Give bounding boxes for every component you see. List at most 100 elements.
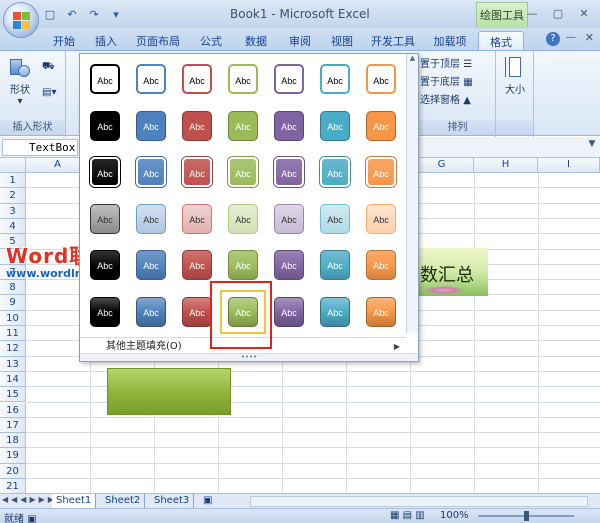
size-button[interactable]: 大小: [500, 55, 530, 96]
row-header[interactable]: 9: [0, 295, 26, 311]
style-swatch-moderate-blue[interactable]: Abc: [136, 250, 166, 280]
style-swatch-intense-purple[interactable]: Abc: [274, 296, 304, 327]
tab-page-layout[interactable]: 页面布局: [135, 31, 181, 50]
style-swatch-solid-purple[interactable]: Abc: [274, 110, 304, 141]
style-swatch-pastel-green[interactable]: Abc: [228, 203, 258, 234]
textbox-icon[interactable]: ▤▾: [42, 87, 56, 98]
row-header[interactable]: 18: [0, 433, 26, 449]
sheet-tab-3[interactable]: Sheet3: [150, 494, 195, 508]
row-header[interactable]: 13: [0, 356, 26, 372]
insert-sheet-icon[interactable]: ▣: [199, 494, 216, 508]
style-swatch-intense-blue[interactable]: Abc: [136, 296, 166, 327]
style-swatch-solid-red[interactable]: Abc: [182, 110, 212, 141]
style-swatch-outline-black[interactable]: Abc: [90, 64, 120, 94]
style-swatch-outline-purple[interactable]: Abc: [274, 64, 304, 94]
style-swatch-gradient-light-blue[interactable]: Abc: [136, 157, 166, 187]
row-header[interactable]: 3: [0, 203, 26, 219]
style-swatch-gradient-light-red[interactable]: Abc: [182, 157, 212, 187]
style-swatch-moderate-purple[interactable]: Abc: [274, 250, 304, 280]
row-header[interactable]: 20: [0, 463, 26, 479]
tab-format[interactable]: 格式: [478, 31, 524, 50]
zoom-slider-thumb[interactable]: [524, 511, 529, 521]
style-swatch-gradient-light-orange[interactable]: Abc: [366, 157, 396, 187]
row-header[interactable]: 8: [0, 280, 26, 296]
tab-review[interactable]: 审阅: [286, 31, 314, 50]
undo-icon[interactable]: ↶: [64, 6, 80, 22]
embedded-picture[interactable]: 数汇总: [414, 248, 488, 296]
style-swatch-solid-orange[interactable]: Abc: [366, 110, 396, 141]
row-header[interactable]: 10: [0, 310, 26, 326]
style-swatch-solid-green[interactable]: Abc: [228, 110, 258, 141]
style-swatch-moderate-black[interactable]: Abc: [90, 250, 120, 280]
row-header[interactable]: 15: [0, 387, 26, 403]
row-header[interactable]: 2: [0, 188, 26, 204]
horizontal-scrollbar[interactable]: [250, 496, 588, 507]
style-swatch-intense-orange[interactable]: Abc: [366, 296, 396, 327]
style-swatch-moderate-green[interactable]: Abc: [228, 250, 258, 280]
style-swatch-outline-orange[interactable]: Abc: [366, 64, 396, 94]
restore-icon[interactable]: ▢: [546, 4, 570, 22]
row-header[interactable]: 1: [0, 173, 26, 189]
row-header[interactable]: 12: [0, 341, 26, 357]
column-header[interactable]: G: [410, 158, 474, 173]
macro-record-icon[interactable]: ▣: [27, 514, 36, 523]
row-header[interactable]: 17: [0, 417, 26, 434]
row-header[interactable]: 19: [0, 448, 26, 464]
select-all-corner[interactable]: [0, 158, 26, 173]
save-icon[interactable]: □: [42, 6, 58, 22]
tab-developer[interactable]: 开发工具: [369, 31, 417, 50]
style-swatch-moderate-red[interactable]: Abc: [182, 250, 212, 280]
sheet-tab-2[interactable]: Sheet2: [101, 494, 146, 508]
tab-view[interactable]: 视图: [328, 31, 356, 50]
close-icon[interactable]: ✕: [572, 4, 596, 22]
style-swatch-outline-aqua[interactable]: Abc: [320, 64, 350, 94]
column-header[interactable]: H: [474, 158, 538, 173]
tab-home[interactable]: 开始: [50, 31, 78, 50]
scroll-up-icon[interactable]: ▲: [407, 54, 418, 66]
name-box[interactable]: TextBox: [2, 139, 78, 156]
tab-formulas[interactable]: 公式: [197, 31, 225, 50]
style-swatch-moderate-orange[interactable]: Abc: [366, 250, 396, 280]
style-swatch-gradient-light-purple[interactable]: Abc: [274, 157, 304, 187]
workbook-close-icon[interactable]: ✕: [585, 31, 594, 44]
redo-icon[interactable]: ↷: [86, 6, 102, 22]
style-swatch-outline-red[interactable]: Abc: [182, 64, 212, 94]
style-swatch-pastel-purple[interactable]: Abc: [274, 203, 304, 234]
row-header[interactable]: 4: [0, 218, 26, 235]
resize-grip-icon[interactable]: ••••: [80, 353, 418, 361]
customize-qat-icon[interactable]: ▾: [108, 6, 124, 22]
textbox-shape[interactable]: [107, 368, 231, 415]
help-icon[interactable]: ?: [546, 32, 560, 46]
style-swatch-outline-blue[interactable]: Abc: [136, 64, 166, 94]
bring-to-front-button[interactable]: 置于顶层 ☰: [420, 55, 472, 70]
style-swatch-solid-blue[interactable]: Abc: [136, 110, 166, 141]
style-swatch-pastel-blue[interactable]: Abc: [136, 203, 166, 234]
send-to-back-button[interactable]: 置于底层 ▦: [420, 73, 473, 88]
tab-data[interactable]: 数据: [242, 31, 270, 50]
style-swatch-pastel-red[interactable]: Abc: [182, 203, 212, 234]
style-swatch-intense-red[interactable]: Abc: [182, 296, 212, 327]
style-swatch-pastel-aqua[interactable]: Abc: [320, 203, 350, 234]
row-header[interactable]: 14: [0, 371, 26, 388]
style-swatch-solid-aqua[interactable]: Abc: [320, 110, 350, 141]
column-header[interactable]: I: [538, 158, 600, 173]
sheet-nav-arrows-icon[interactable]: ◀◀◀▶▶▶: [2, 495, 57, 504]
shapes-button[interactable]: 形状 ▾: [6, 55, 34, 107]
tab-insert[interactable]: 插入: [92, 31, 120, 50]
style-swatch-intense-aqua[interactable]: Abc: [320, 296, 350, 327]
style-swatch-pastel-orange[interactable]: Abc: [366, 203, 396, 234]
office-button[interactable]: [3, 2, 39, 38]
style-swatch-gradient-light-green[interactable]: Abc: [228, 157, 258, 187]
tab-add-ins[interactable]: 加载项: [431, 31, 469, 50]
row-header[interactable]: 16: [0, 402, 26, 418]
sheet-tab-1[interactable]: Sheet1: [52, 494, 97, 508]
style-swatch-pastel-black[interactable]: Abc: [90, 203, 120, 234]
style-swatch-intense-black[interactable]: Abc: [90, 296, 120, 327]
ribbon-minimize-icon[interactable]: —: [566, 32, 576, 43]
style-swatch-gradient-light-aqua[interactable]: Abc: [320, 157, 350, 187]
style-swatch-outline-green[interactable]: Abc: [228, 64, 258, 94]
minimize-icon[interactable]: —: [520, 4, 544, 22]
selection-pane-button[interactable]: 选择窗格 ▲: [420, 91, 471, 106]
formula-bar-expand-icon[interactable]: ▼: [586, 139, 598, 156]
zoom-level[interactable]: 100%: [440, 510, 469, 521]
